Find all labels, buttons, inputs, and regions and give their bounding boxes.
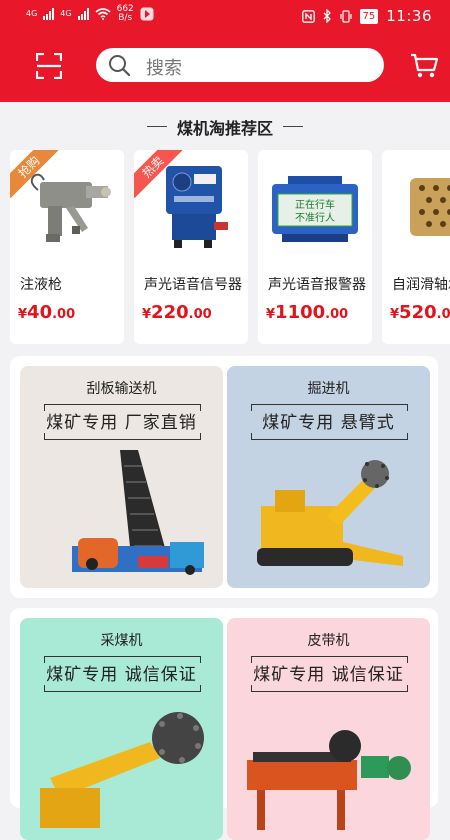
scan-icon[interactable] xyxy=(36,53,62,79)
category-tile-roadheader[interactable]: 掘进机 煤矿专用 悬臂式 xyxy=(227,366,430,588)
category-panel: 采煤机 煤矿专用 诚信保证 皮带机 煤矿专用 诚信保证 xyxy=(10,608,438,840)
sign-line-1: 正在行车 xyxy=(295,198,335,211)
bearing-image xyxy=(410,178,450,236)
recommend-product-row[interactable]: 抢购 注液枪 ¥40.00 热卖 声光语音信号器 ¥220.00 正在行车 不准… xyxy=(10,150,450,346)
recommend-section-header: 煤机淘推荐区 xyxy=(0,112,450,139)
product-price: ¥220.00 xyxy=(142,302,212,323)
wifi-icon xyxy=(95,8,111,20)
category-slogan: 煤矿专用 诚信保证 xyxy=(44,656,201,692)
product-card[interactable]: 热卖 声光语音信号器 ¥220.00 xyxy=(134,150,248,344)
search-input[interactable]: 搜索 xyxy=(96,48,384,82)
category-slogan: 煤矿专用 厂家直销 xyxy=(44,404,201,440)
signal-icon-2 xyxy=(77,8,89,20)
belt-conveyor-image xyxy=(247,730,411,830)
slogan-frame-bottom xyxy=(251,433,408,440)
shearer-image xyxy=(40,712,204,828)
battery-icon: 75 xyxy=(359,8,379,24)
product-price: ¥520.00 xyxy=(390,302,450,323)
divider-line xyxy=(283,126,303,127)
status-bar: 4G 4G 662 B/s 75 11:36 xyxy=(0,0,450,32)
divider-line xyxy=(146,126,167,127)
search-icon xyxy=(109,55,130,76)
category-name: 掘进机 xyxy=(307,381,350,397)
slogan-frame-bottom xyxy=(44,685,201,692)
category-slogan: 煤矿专用 悬臂式 xyxy=(251,404,408,440)
slogan-frame-top xyxy=(44,404,201,411)
product-image: 正在行车 不准行人 xyxy=(258,150,372,258)
product-card[interactable]: 正在行车 不准行人 声光语音报警器 ¥1100.00 xyxy=(258,150,372,344)
product-name: 注液枪 xyxy=(20,277,62,293)
category-panel: 刮板输送机 煤矿专用 厂家直销 掘进机 煤矿专用 悬臂式 xyxy=(10,356,438,598)
product-card[interactable]: 抢购 注液枪 ¥40.00 xyxy=(10,150,124,344)
nfc-icon xyxy=(301,9,315,23)
slogan-frame-bottom xyxy=(44,433,201,440)
roadheader-image xyxy=(257,460,403,566)
status-right: 75 11:36 xyxy=(301,7,432,25)
product-name: 声光语音信号器 xyxy=(144,277,242,293)
clock: 11:36 xyxy=(386,7,432,25)
status-left: 4G 4G 662 B/s xyxy=(26,5,154,23)
slogan-frame-top xyxy=(251,656,408,663)
recommend-title: 煤机淘推荐区 xyxy=(176,118,273,138)
category-tile-shearer[interactable]: 采煤机 煤矿专用 诚信保证 xyxy=(20,618,223,840)
product-price: ¥1100.00 xyxy=(266,302,349,323)
bluetooth-icon xyxy=(323,9,331,23)
signal-icon xyxy=(43,8,55,20)
slogan-frame-bottom xyxy=(251,685,408,692)
category-tile-scraper-conveyor[interactable]: 刮板输送机 煤矿专用 厂家直销 xyxy=(20,366,223,588)
category-slogan: 煤矿专用 诚信保证 xyxy=(251,656,408,692)
category-name: 皮带机 xyxy=(307,633,350,649)
cart-icon[interactable] xyxy=(410,53,438,79)
network-type-2: 4G xyxy=(60,9,72,18)
product-image: 热卖 xyxy=(134,150,248,258)
product-price: ¥40.00 xyxy=(18,302,76,323)
product-name: 声光语音报警器 xyxy=(268,277,366,293)
vibrate-icon xyxy=(339,9,352,23)
header-bar: 搜索 xyxy=(0,32,450,102)
category-name: 刮板输送机 xyxy=(86,381,157,397)
recommend-title-group: 煤机淘推荐区 xyxy=(146,115,303,139)
product-name: 自润滑轴承 xyxy=(392,277,450,293)
scraper-conveyor-image xyxy=(72,450,204,575)
network-type-1: 4G xyxy=(26,9,38,18)
slogan-frame-top xyxy=(251,404,408,411)
product-card[interactable]: 自润滑轴承 ¥520.00 xyxy=(382,150,450,344)
network-speed: 662 B/s xyxy=(116,4,134,23)
product-image: 抢购 xyxy=(10,150,124,258)
product-image xyxy=(382,150,450,258)
search-placeholder: 搜索 xyxy=(146,58,182,79)
sign-line-2: 不准行人 xyxy=(295,211,335,224)
alarm-device-image: 正在行车 不准行人 xyxy=(272,176,358,242)
category-tile-belt-conveyor[interactable]: 皮带机 煤矿专用 诚信保证 xyxy=(227,618,430,840)
notification-app-icon xyxy=(140,7,154,21)
slogan-frame-top xyxy=(44,656,201,663)
category-name: 采煤机 xyxy=(100,633,143,649)
